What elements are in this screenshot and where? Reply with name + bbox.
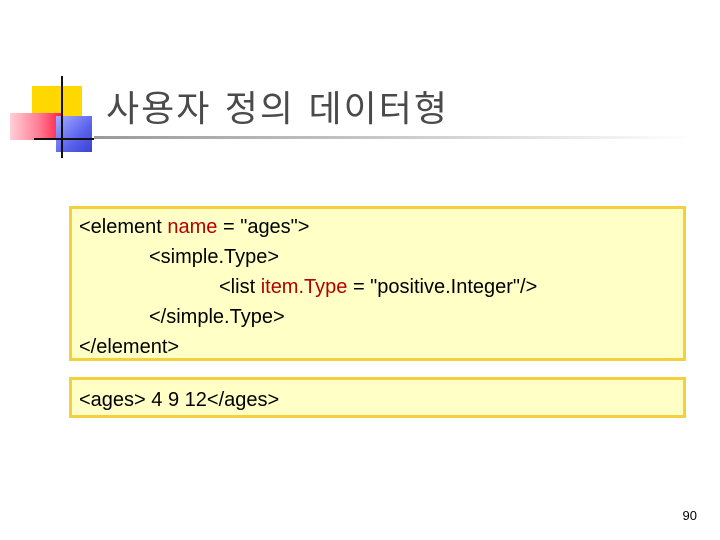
attribute-name: name [167,216,218,238]
decor-horizontal-line [34,138,94,140]
code-line-list: <list item.Type = "positive.Integer"/> [79,272,676,302]
code-line-simpletype-close: </simple.Type> [149,306,285,328]
code-text: <list [219,276,261,298]
code-line-simpletype-open: <simple.Type> [149,246,280,268]
code-line-instance: <ages> 4 9 12</ages> [79,389,280,411]
slide-title: 사용자 정의 데이터형 [106,89,449,130]
code-text: <element [79,216,168,238]
instance-example-box: <ages> 4 9 12</ages> [69,377,686,418]
code-line-element-open: <element name = "ages"> [79,212,676,242]
page-number: 90 [682,508,697,523]
title-underline [94,136,694,139]
decor-vertical-line [61,76,63,158]
schema-definition-box: <element name = "ages"> <simple.Type> <l… [69,206,686,361]
attribute-name: item.Type [260,276,348,298]
code-line-element-close: </element> [79,336,180,358]
code-text: = "ages"> [217,216,310,238]
decor-pink-bar [10,113,62,140]
code-text: = "positive.Integer"/> [347,276,538,298]
